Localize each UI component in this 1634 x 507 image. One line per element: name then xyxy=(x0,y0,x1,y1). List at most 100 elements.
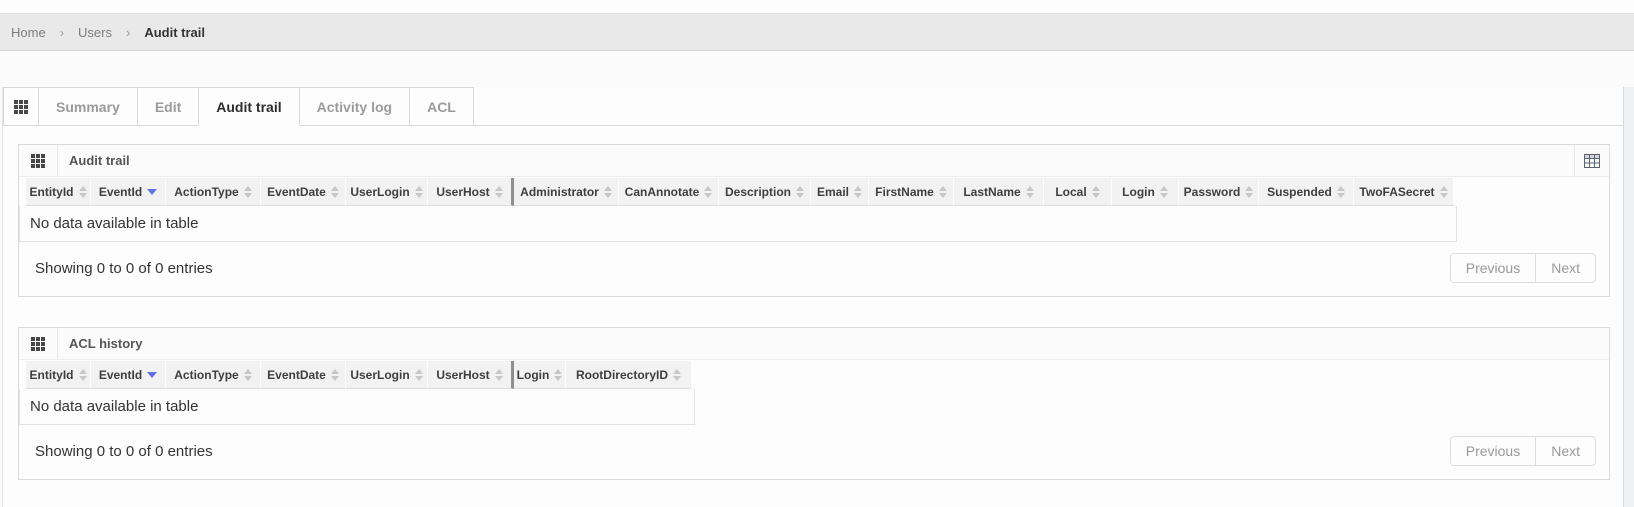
column-header-canannotate[interactable]: CanAnnotate xyxy=(619,178,719,206)
chevron-right-icon: › xyxy=(126,25,130,40)
panel-header: Audit trail xyxy=(19,145,1609,177)
panel-audit-trail: Audit trail EntityId EventId ActionType Eve… xyxy=(18,144,1610,297)
sort-icon xyxy=(604,186,612,198)
next-button[interactable]: Next xyxy=(1536,253,1596,283)
tab-content: Audit trail EntityId EventId ActionType Eve… xyxy=(3,126,1623,507)
grid-icon xyxy=(31,154,45,168)
column-header-userhost[interactable]: UserHost xyxy=(428,361,514,389)
column-header-local[interactable]: Local xyxy=(1044,178,1112,206)
column-visibility-button[interactable] xyxy=(1574,145,1609,176)
table-footer: Showing 0 to 0 of 0 entries Previous Nex… xyxy=(19,425,1609,479)
column-label: UserLogin xyxy=(350,185,409,199)
main-area: Summary Edit Audit trail Activity log AC… xyxy=(0,87,1634,507)
sort-icon xyxy=(854,186,862,198)
column-header-firstname[interactable]: FirstName xyxy=(869,178,954,206)
column-header-login[interactable]: Login xyxy=(514,361,566,389)
column-header-entityid[interactable]: EntityId xyxy=(26,361,91,389)
tab-acl[interactable]: ACL xyxy=(409,87,474,125)
pagination: Previous Next xyxy=(1450,436,1596,466)
column-header-eventdate[interactable]: EventDate xyxy=(261,361,346,389)
column-header-login[interactable]: Login xyxy=(1112,178,1179,206)
column-header-actiontype[interactable]: ActionType xyxy=(166,361,261,389)
column-label: ActionType xyxy=(174,185,238,199)
column-header-userlogin[interactable]: UserLogin xyxy=(346,361,428,389)
column-label: FirstName xyxy=(875,185,934,199)
column-label: UserLogin xyxy=(350,368,409,382)
sort-icon xyxy=(1092,186,1100,198)
column-header-email[interactable]: Email xyxy=(811,178,869,206)
column-label: EntityId xyxy=(30,368,74,382)
column-label: EntityId xyxy=(30,185,74,199)
table-info: Showing 0 to 0 of 0 entries xyxy=(35,443,213,460)
column-label: Email xyxy=(817,185,849,199)
column-header-password[interactable]: Password xyxy=(1179,178,1259,206)
tab-activity-log[interactable]: Activity log xyxy=(299,87,410,125)
previous-button[interactable]: Previous xyxy=(1450,253,1536,283)
column-header-lastname[interactable]: LastName xyxy=(954,178,1044,206)
column-header-entityid[interactable]: EntityId xyxy=(26,178,91,206)
column-header-userlogin[interactable]: UserLogin xyxy=(346,178,428,206)
table-header-row: EntityId EventId ActionType EventDate UserLo… xyxy=(26,361,1609,389)
tab-edit[interactable]: Edit xyxy=(137,87,199,125)
sort-icon xyxy=(1245,186,1253,198)
column-label: RootDirectoryID xyxy=(576,368,668,382)
pagination: Previous Next xyxy=(1450,253,1596,283)
column-header-eventid[interactable]: EventId xyxy=(91,361,166,389)
breadcrumb: Home › Users › Audit trail xyxy=(0,13,1634,51)
sort-icon xyxy=(147,189,157,195)
column-label: LastName xyxy=(963,185,1020,199)
sort-icon xyxy=(244,369,252,381)
column-header-eventdate[interactable]: EventDate xyxy=(261,178,346,206)
column-label: Password xyxy=(1184,185,1241,199)
column-header-description[interactable]: Description xyxy=(719,178,811,206)
main-container: Summary Edit Audit trail Activity log AC… xyxy=(2,87,1624,507)
grid-icon xyxy=(31,337,45,351)
panel-title: ACL history xyxy=(69,336,142,351)
breadcrumb-item-users[interactable]: Users xyxy=(78,25,112,40)
column-label: Administrator xyxy=(520,185,599,199)
right-gutter xyxy=(1624,87,1634,507)
breadcrumb-item-home[interactable]: Home xyxy=(11,25,46,40)
panel-grid-icon-cell xyxy=(19,145,58,176)
column-label: ActionType xyxy=(174,368,238,382)
sort-icon xyxy=(495,369,503,381)
column-header-twofasecret[interactable]: TwoFASecret xyxy=(1354,178,1454,206)
tab-audit-trail[interactable]: Audit trail xyxy=(198,87,299,126)
sort-icon xyxy=(1440,186,1448,198)
column-header-actiontype[interactable]: ActionType xyxy=(166,178,261,206)
top-strip xyxy=(0,0,1634,13)
column-label: Local xyxy=(1055,185,1086,199)
column-header-eventid[interactable]: EventId xyxy=(91,178,166,206)
column-label: Suspended xyxy=(1267,185,1332,199)
sort-icon xyxy=(79,369,87,381)
sort-icon xyxy=(673,369,681,381)
sort-icon xyxy=(495,186,503,198)
sort-icon xyxy=(1160,186,1168,198)
grid-icon xyxy=(14,100,28,114)
tab-summary[interactable]: Summary xyxy=(38,87,138,125)
column-label: EventId xyxy=(99,368,142,382)
panel-grid-icon-cell xyxy=(19,328,58,359)
tab-grid-menu[interactable] xyxy=(3,87,39,125)
column-label: UserHost xyxy=(436,368,489,382)
empty-row: No data available in table xyxy=(19,206,1457,242)
column-header-userhost[interactable]: UserHost xyxy=(428,178,514,206)
sort-icon xyxy=(554,369,562,381)
column-label: EventId xyxy=(99,185,142,199)
column-label: EventDate xyxy=(267,368,326,382)
sort-icon xyxy=(331,186,339,198)
column-header-administrator[interactable]: Administrator xyxy=(514,178,619,206)
column-label: UserHost xyxy=(436,185,489,199)
column-header-rootdirectoryid[interactable]: RootDirectoryID xyxy=(566,361,692,389)
column-header-suspended[interactable]: Suspended xyxy=(1259,178,1354,206)
next-button[interactable]: Next xyxy=(1536,436,1596,466)
sort-icon xyxy=(244,186,252,198)
sort-icon xyxy=(939,186,947,198)
panel-header: ACL history xyxy=(19,328,1609,360)
previous-button[interactable]: Previous xyxy=(1450,436,1536,466)
sort-icon xyxy=(704,186,712,198)
column-label: Description xyxy=(725,185,791,199)
panel-title: Audit trail xyxy=(69,153,130,168)
table-icon xyxy=(1584,154,1600,168)
column-label: EventDate xyxy=(267,185,326,199)
